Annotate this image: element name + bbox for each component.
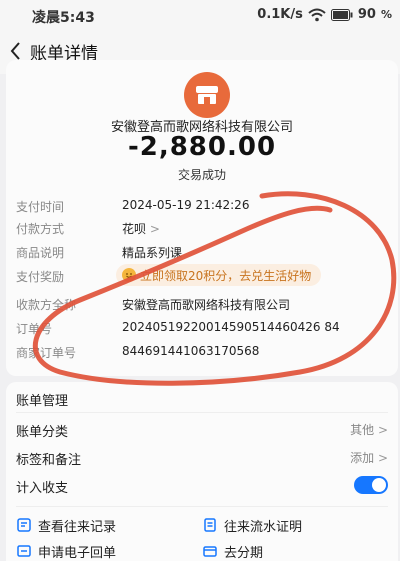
row-label: 付款方式	[16, 222, 65, 236]
include-toggle[interactable]	[354, 476, 388, 494]
view-history-button[interactable]: 查看往来记录	[16, 514, 116, 536]
row-label: 订单号	[16, 322, 53, 336]
flow-proof-button[interactable]: 往来流水证明	[202, 514, 302, 536]
status-time: 凌晨5:43	[32, 10, 95, 26]
row-value: 精品系列课	[122, 246, 183, 260]
tags-notes-row[interactable]: 标签和备注 添加 >	[16, 446, 388, 470]
row-value: 安徽登高而歌网络科技有限公司	[122, 298, 291, 312]
row-label: 收款方全称	[16, 298, 77, 312]
divider	[16, 506, 388, 507]
action-label: 往来流水证明	[224, 519, 303, 535]
section-title: 账单管理	[16, 394, 69, 409]
network-speed: 0.1K/s	[257, 7, 303, 22]
row-value: 844691441063170568	[122, 344, 260, 358]
row-label: 支付时间	[16, 200, 65, 214]
chevron-right-icon: >	[377, 423, 388, 437]
row-value: 其他 >	[350, 423, 388, 437]
action-label: 查看往来记录	[38, 519, 117, 535]
row-label: 支付奖励	[16, 270, 65, 284]
status-indicators: 0.1K/s 90%	[257, 7, 392, 22]
receipt-icon	[17, 545, 31, 557]
row-label: 账单分类	[16, 425, 69, 440]
reward-claim-button[interactable]: 立即领取20积分，去兑生活好物	[116, 264, 322, 286]
smile-icon	[122, 268, 136, 282]
divider	[16, 412, 388, 413]
include-in-stats-row: 计入收支	[16, 474, 388, 498]
row-value: 20240519220014590514460426 84	[122, 320, 340, 334]
transaction-status: 交易成功	[177, 168, 226, 182]
installment-button[interactable]: 去分期	[202, 540, 263, 561]
row-value: 花呗 >	[122, 220, 160, 237]
battery-icon	[330, 8, 353, 21]
row-value: 2024-05-19 21:42:26	[122, 198, 250, 212]
action-label: 去分期	[224, 545, 264, 561]
row-value: 添加 >	[350, 451, 388, 465]
transaction-amount: -2,880.00	[127, 132, 277, 162]
row-label: 商品说明	[16, 246, 65, 260]
e-receipt-button[interactable]: 申请电子回单	[16, 540, 116, 561]
reward-text: 立即领取20积分，去兑生活好物	[140, 268, 312, 283]
document-icon	[204, 518, 216, 532]
battery-level: 90	[357, 7, 376, 22]
history-icon	[17, 518, 31, 532]
status-bar: 凌晨5:43 0.1K/s 90%	[0, 0, 400, 30]
chevron-right-icon: >	[149, 222, 160, 236]
action-label: 申请电子回单	[38, 545, 117, 561]
row-label: 商家订单号	[16, 346, 77, 360]
toggle-knob	[372, 478, 386, 492]
merchant-store-icon	[184, 72, 230, 118]
row-label: 计入收支	[16, 481, 69, 496]
payment-method: 花呗	[122, 222, 147, 236]
row-label: 标签和备注	[16, 453, 82, 468]
card-icon	[203, 546, 217, 557]
wifi-icon	[308, 8, 326, 22]
transaction-card: 安徽登高而歌网络科技有限公司 -2,880.00 交易成功 支付时间 2024-…	[6, 60, 398, 376]
bill-management-card: 账单管理 账单分类 其他 > 标签和备注 添加 > 计入收支 查看往来记录 往来…	[6, 382, 398, 561]
chevron-right-icon: >	[377, 451, 388, 465]
bill-category-row[interactable]: 账单分类 其他 >	[16, 418, 388, 442]
